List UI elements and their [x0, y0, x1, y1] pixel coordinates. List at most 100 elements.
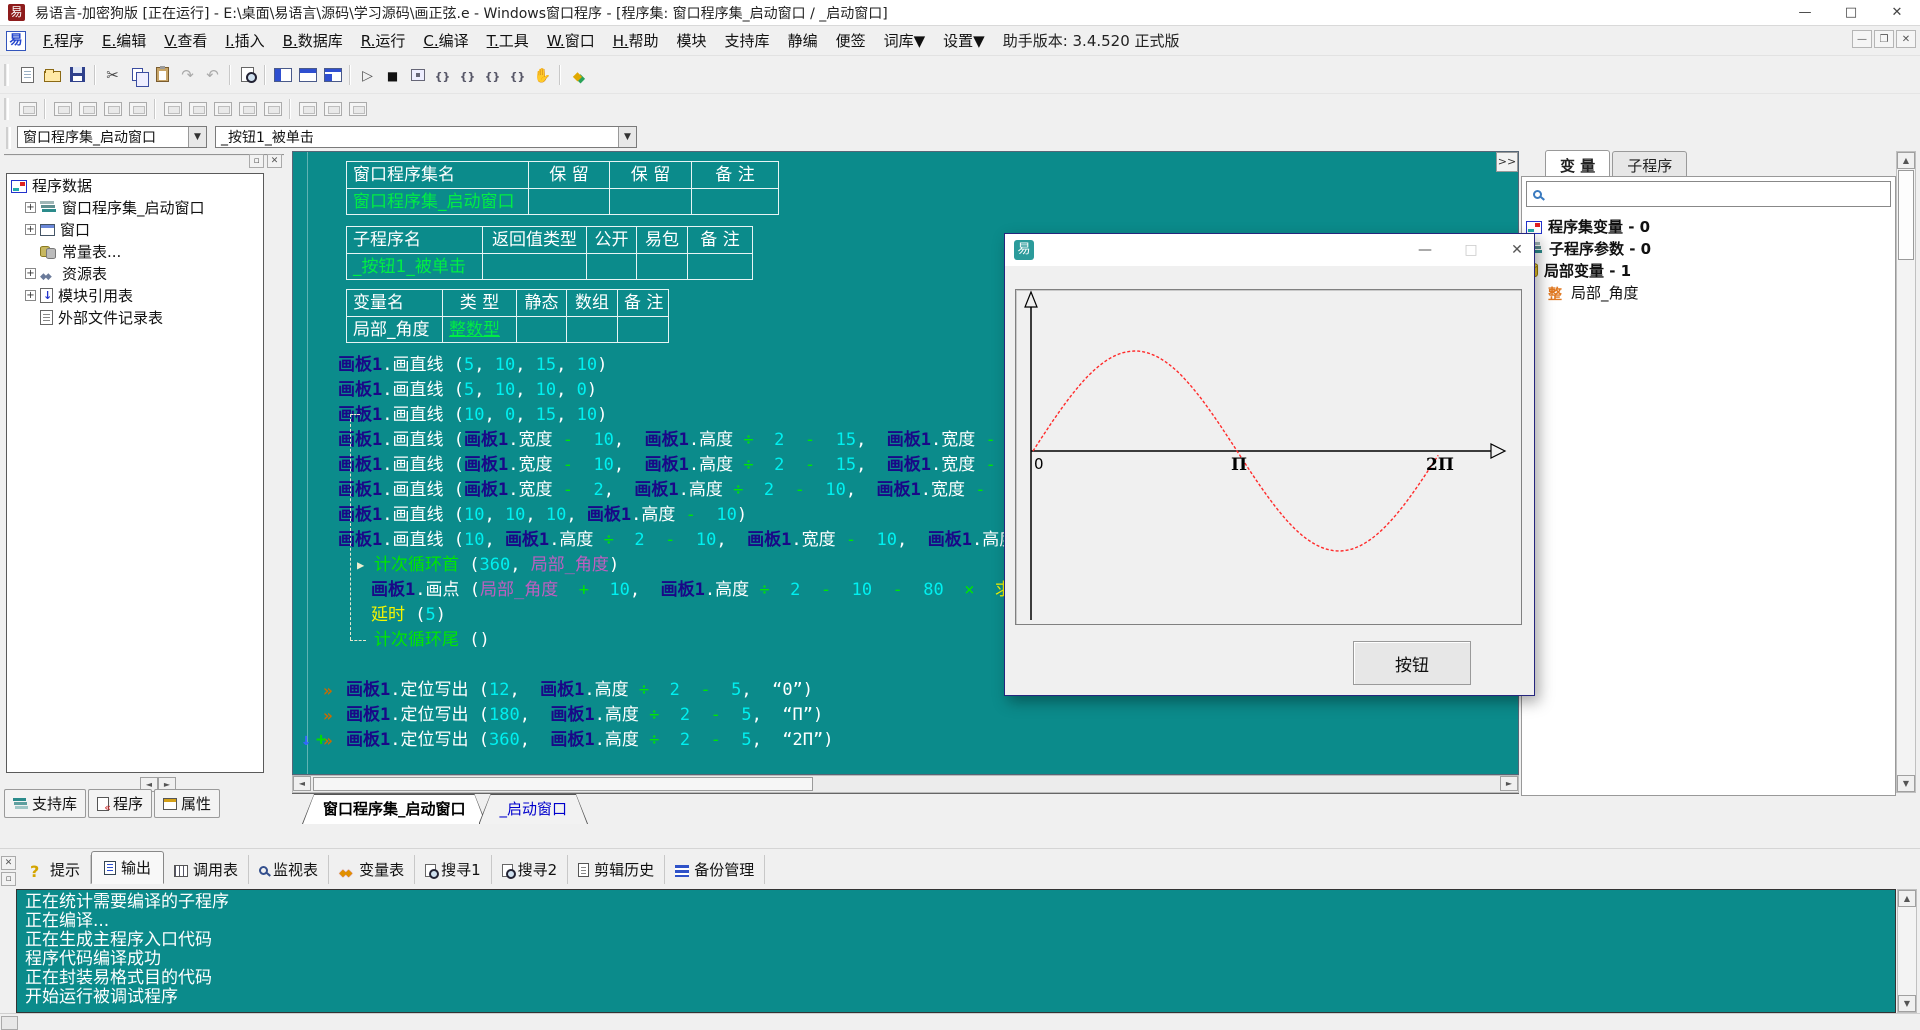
menu-help[interactable]: H.帮助	[604, 27, 668, 54]
save-button[interactable]	[65, 62, 90, 87]
win-top-button[interactable]	[295, 62, 320, 87]
menu-dictionary[interactable]: 词库▼	[875, 27, 935, 54]
panel-close-icon[interactable]: ✕	[1, 856, 16, 870]
step-in-button[interactable]	[430, 62, 455, 87]
tab-window-assembly[interactable]: 窗口程序集_启动窗口	[302, 794, 487, 824]
tree-module-refs[interactable]: +模块引用表	[7, 284, 263, 306]
method-combobox[interactable]: _按钮1_被单击 ▼	[215, 126, 637, 148]
menu-edit[interactable]: E.编辑	[93, 27, 155, 54]
tab-clip-history[interactable]: 剪辑历史	[568, 855, 665, 884]
title-bar[interactable]: 易 易语言-加密狗版 [正在运行] - E:\桌面\易语言\源码\学习源码\画正…	[0, 0, 1920, 26]
align-button[interactable]	[15, 97, 40, 122]
panel-close-icon[interactable]: ✕	[267, 154, 282, 168]
chevron-down-icon[interactable]: ▼	[188, 127, 206, 147]
minimize-button[interactable]: —	[1782, 0, 1828, 25]
scroll-left-icon[interactable]: ◄	[293, 776, 311, 791]
program-window-titlebar[interactable]: 易 — □ ✕	[1005, 234, 1534, 266]
tree-local-vars[interactable]: 局部变量 - 1	[1526, 259, 1891, 281]
tree-sub-params[interactable]: 子程序参数 - 0	[1526, 237, 1891, 259]
cut-button[interactable]	[100, 62, 125, 87]
align-button[interactable]	[345, 97, 370, 122]
menu-support-lib[interactable]: 支持库	[716, 27, 779, 54]
menu-view[interactable]: V.查看	[155, 27, 216, 54]
close-button[interactable]: ✕	[1874, 0, 1920, 25]
mdi-restore-button[interactable]: ❐	[1874, 30, 1894, 48]
collapse-panel-button[interactable]: >>	[1496, 152, 1518, 172]
align-button[interactable]	[125, 97, 150, 122]
tab-search1[interactable]: 搜寻1	[415, 855, 492, 884]
output-vertical-scrollbar[interactable]: ▲ ▼	[1897, 889, 1917, 1013]
tree-window-assembly[interactable]: +窗口程序集_启动窗口	[7, 196, 263, 218]
search-input[interactable]	[1526, 181, 1891, 207]
tree-constants[interactable]: 常量表...	[7, 240, 263, 262]
align-button[interactable]	[185, 97, 210, 122]
step-over-button[interactable]	[480, 62, 505, 87]
mdi-close-button[interactable]: ✕	[1896, 30, 1916, 48]
panel-vertical-scrollbar[interactable]: ▲ ▼	[1896, 151, 1916, 793]
tab-hint[interactable]: 提示	[20, 855, 91, 884]
code-horizontal-scrollbar[interactable]: ◄ ►	[292, 775, 1519, 793]
menu-settings[interactable]: 设置▼	[934, 27, 994, 54]
find-button[interactable]	[235, 62, 260, 87]
menu-program[interactable]: F.程序	[34, 27, 93, 54]
toolbar-grip[interactable]	[4, 98, 9, 120]
table-value-row[interactable]: 窗口程序集_启动窗口	[346, 188, 779, 215]
menu-database[interactable]: B.数据库	[274, 27, 352, 54]
panel-float-icon[interactable]: ▫	[1, 872, 16, 886]
align-button[interactable]	[100, 97, 125, 122]
tab-backup-manager[interactable]: 备份管理	[665, 855, 765, 884]
frame-button[interactable]	[405, 62, 430, 87]
scroll-up-icon[interactable]: ▲	[1897, 152, 1915, 169]
stop-button[interactable]	[380, 62, 405, 87]
scroll-up-icon[interactable]: ▲	[1898, 890, 1916, 907]
mdi-minimize-button[interactable]: —	[1852, 30, 1872, 48]
menu-static-compile[interactable]: 静编	[779, 27, 827, 54]
tree-local-angle[interactable]: 局部_角度	[1526, 281, 1891, 303]
table-value-row[interactable]: _按钮1_被单击	[346, 253, 753, 280]
menu-notes[interactable]: 便签	[827, 27, 875, 54]
tree-window[interactable]: +窗口	[7, 218, 263, 240]
align-button[interactable]	[235, 97, 260, 122]
expand-icon[interactable]: +	[25, 290, 36, 301]
minimize-button[interactable]: —	[1414, 242, 1436, 258]
menu-module[interactable]: 模块	[668, 27, 716, 54]
program-button[interactable]: 按钮	[1353, 641, 1471, 685]
expand-icon[interactable]: +	[25, 268, 36, 279]
tree-program-data[interactable]: 程序数据	[7, 174, 263, 196]
tab-output[interactable]: 输出	[91, 851, 164, 884]
tab-watch-table[interactable]: 监视表	[249, 855, 329, 884]
new-file-button[interactable]	[15, 62, 40, 87]
panel-pin-icon[interactable]: ▫	[249, 154, 264, 168]
menu-insert[interactable]: I.插入	[216, 27, 273, 54]
tab-variable-table[interactable]: 变量表	[329, 855, 415, 884]
tab-call-table[interactable]: 调用表	[164, 855, 249, 884]
run-button[interactable]	[355, 62, 380, 87]
scroll-down-icon[interactable]: ▼	[1898, 995, 1916, 1012]
menu-window[interactable]: W.窗口	[538, 27, 604, 54]
tab-program[interactable]: 程序	[88, 789, 152, 818]
toolbar-grip[interactable]	[4, 64, 9, 86]
compiler-output[interactable]: 正在统计需要编译的子程序正在编译...正在生成主程序入口代码程序代码编译成功正在…	[16, 889, 1896, 1013]
tab-startup-window[interactable]: _启动窗口	[479, 794, 589, 824]
class-combobox[interactable]: 窗口程序集_启动窗口 ▼	[17, 126, 207, 148]
align-button[interactable]	[50, 97, 75, 122]
align-button[interactable]	[320, 97, 345, 122]
helper-button[interactable]	[565, 62, 590, 87]
toolbar-grip[interactable]	[6, 127, 11, 149]
step-out-button[interactable]	[455, 62, 480, 87]
table-value-row[interactable]: 局部_角度整数型	[346, 316, 669, 343]
close-button[interactable]: ✕	[1506, 242, 1528, 258]
menu-compile[interactable]: C.编译	[414, 27, 477, 54]
maximize-button[interactable]: □	[1460, 242, 1482, 258]
tab-properties[interactable]: 属性	[154, 789, 220, 818]
align-button[interactable]	[295, 97, 320, 122]
tree-assembly-vars[interactable]: 程序集变量 - 0	[1526, 215, 1891, 237]
menu-run[interactable]: R.运行	[352, 27, 415, 54]
align-button[interactable]	[75, 97, 100, 122]
tab-support-lib[interactable]: 支持库	[4, 789, 86, 818]
win-left-button[interactable]	[270, 62, 295, 87]
tab-search2[interactable]: 搜寻2	[492, 855, 569, 884]
win-grid-button[interactable]	[320, 62, 345, 87]
align-button[interactable]	[260, 97, 285, 122]
menu-tools[interactable]: T.工具	[478, 27, 538, 54]
